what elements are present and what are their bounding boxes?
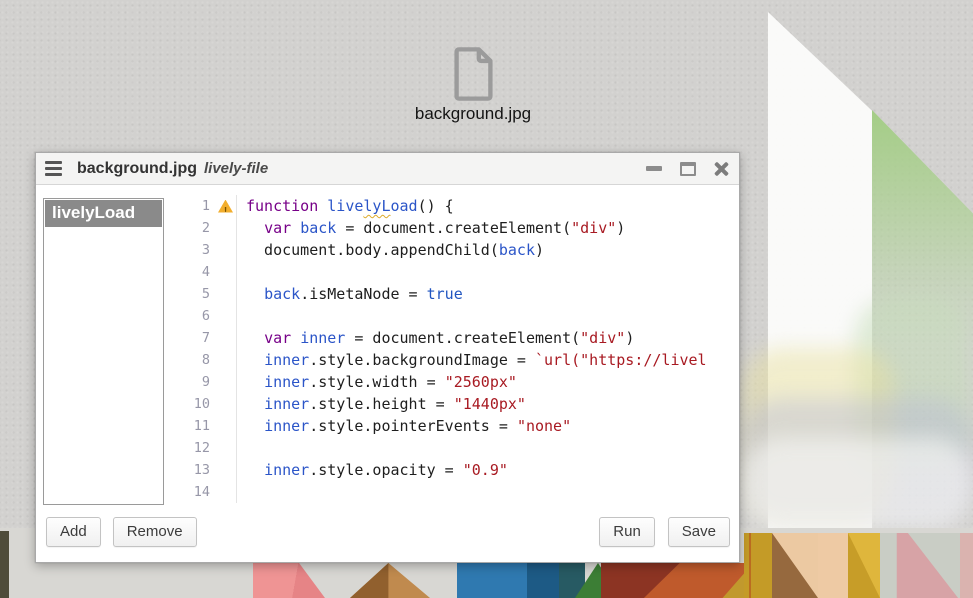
- code-line[interactable]: 5 back.isMetaNode = true: [169, 283, 735, 305]
- desktop-file-label: background.jpg: [398, 104, 548, 124]
- window-subtitle: lively-file: [204, 160, 268, 177]
- window-controls: [646, 161, 729, 176]
- code-line[interactable]: 3 document.body.appendChild(back): [169, 239, 735, 261]
- line-number: 14: [169, 481, 215, 503]
- button-row: Add Remove Run Save: [46, 516, 730, 548]
- line-number: 10: [169, 393, 215, 415]
- code-line[interactable]: 8 inner.style.backgroundImage = `url("ht…: [169, 349, 735, 371]
- code-line[interactable]: 2 var back = document.createElement("div…: [169, 217, 735, 239]
- code-text: inner.style.backgroundImage = `url("http…: [236, 349, 735, 371]
- run-button[interactable]: Run: [599, 517, 655, 547]
- function-list: livelyLoad: [43, 198, 164, 505]
- code-line[interactable]: 14: [169, 481, 735, 503]
- remove-button[interactable]: Remove: [113, 517, 197, 547]
- line-number: 5: [169, 283, 215, 305]
- code-line[interactable]: 4: [169, 261, 735, 283]
- line-number: 13: [169, 459, 215, 481]
- code-line[interactable]: 6: [169, 305, 735, 327]
- add-button[interactable]: Add: [46, 517, 101, 547]
- code-line[interactable]: 1 function livelyLoad() {: [169, 195, 735, 217]
- line-number: 8: [169, 349, 215, 371]
- desktop-file-icon[interactable]: background.jpg: [398, 46, 548, 124]
- warning-triangle-icon: [218, 200, 233, 213]
- line-number: 2: [169, 217, 215, 239]
- code-text: inner.style.width = "2560px": [236, 371, 735, 393]
- code-line[interactable]: 9 inner.style.width = "2560px": [169, 371, 735, 393]
- line-number: 6: [169, 305, 215, 327]
- sidebar-item[interactable]: livelyLoad: [45, 200, 162, 227]
- document-icon: [450, 46, 497, 102]
- code-text: var back = document.createElement("div"): [236, 217, 735, 239]
- line-number: 12: [169, 437, 215, 459]
- close-icon[interactable]: [714, 161, 729, 176]
- line-number: 9: [169, 371, 215, 393]
- minimize-icon[interactable]: [646, 166, 662, 171]
- code-text: [236, 437, 735, 459]
- code-text: back.isMetaNode = true: [236, 283, 735, 305]
- maximize-icon[interactable]: [680, 162, 696, 176]
- code-text: function livelyLoad() {: [236, 195, 735, 217]
- left-buttons: Add Remove: [46, 517, 197, 547]
- right-buttons: Run Save: [599, 517, 730, 547]
- menu-icon[interactable]: [45, 161, 62, 176]
- code-text: [236, 305, 735, 327]
- wallpaper-wash: [742, 438, 973, 530]
- code-text: inner.style.opacity = "0.9": [236, 459, 735, 481]
- code-text: var inner = document.createElement("div"…: [236, 327, 735, 349]
- code-text: inner.style.height = "1440px": [236, 393, 735, 415]
- line-number: 4: [169, 261, 215, 283]
- lively-file-window: background.jpg lively-file livelyLoad 1 fu…: [35, 152, 740, 563]
- line-number: 3: [169, 239, 215, 261]
- code-text: document.body.appendChild(back): [236, 239, 735, 261]
- code-text: [236, 481, 735, 503]
- window-title-group: background.jpg lively-file: [77, 160, 268, 178]
- line-number: 7: [169, 327, 215, 349]
- code-line[interactable]: 11 inner.style.pointerEvents = "none": [169, 415, 735, 437]
- line-number: 11: [169, 415, 215, 437]
- save-button[interactable]: Save: [668, 517, 730, 547]
- window-titlebar[interactable]: background.jpg lively-file: [36, 153, 739, 185]
- code-line[interactable]: 7 var inner = document.createElement("di…: [169, 327, 735, 349]
- code-line[interactable]: 10 inner.style.height = "1440px": [169, 393, 735, 415]
- code-editor[interactable]: 1function livelyLoad() {2 var back = doc…: [169, 195, 735, 508]
- window-title: background.jpg: [77, 160, 197, 177]
- code-line[interactable]: 12: [169, 437, 735, 459]
- code-text: [236, 261, 735, 283]
- line-number: 1: [169, 195, 215, 217]
- code-line[interactable]: 13 inner.style.opacity = "0.9": [169, 459, 735, 481]
- code-text: inner.style.pointerEvents = "none": [236, 415, 735, 437]
- desktop: background.jpg background.jpg lively-file…: [0, 0, 973, 598]
